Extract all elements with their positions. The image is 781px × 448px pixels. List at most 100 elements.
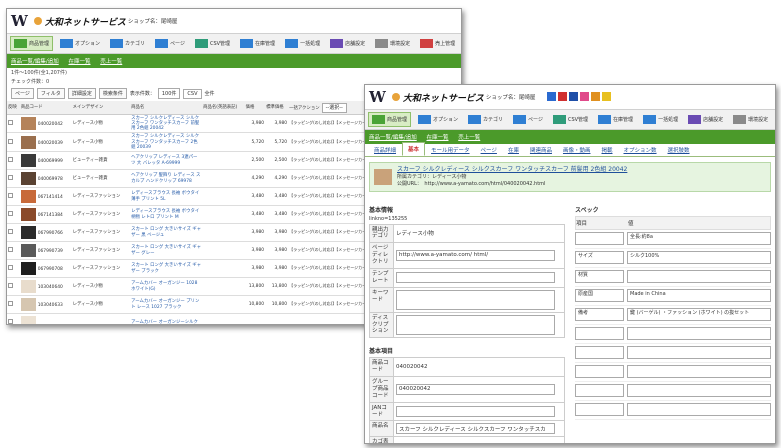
subnav-stock-list[interactable]: 在庫一覧 [68,59,90,65]
product-name[interactable]: ヘアクリップ 髪飾り レディース スカルプ ハンドクリップ 69978 [130,169,203,189]
toolbar-button-8[interactable]: 環境設定 [372,37,413,50]
column-header-7[interactable]: 一括アクション --選択-- [288,101,364,115]
tab-7[interactable]: 掲載 [596,144,617,156]
template-select[interactable] [396,272,556,284]
toolbar-button-2[interactable]: カテゴリ [465,113,506,126]
toolbar-button-7[interactable]: 店舗設定 [685,113,726,126]
row-checkbox[interactable] [8,283,13,289]
spec-value-input[interactable] [627,383,771,397]
toolbar-button-9[interactable]: 売上管理 [775,113,776,126]
field-input[interactable]: スカーフ シルクレディース シルクスカーフ ワンタッチスカ [396,423,556,435]
toolbar-button-7[interactable]: 店舗設定 [327,37,368,50]
spec-value-input[interactable]: 鍵 (バーゲル) ・ファッション (ホワイト) の抜セット [627,307,771,321]
subnav-sales-list-2[interactable]: 売上一覧 [458,135,480,141]
toolbar-button-6[interactable]: 一括処理 [640,113,681,126]
row-checkbox[interactable] [8,211,13,217]
spec-key-input[interactable] [575,345,624,359]
tab-8[interactable]: オプション数 [619,144,662,156]
row-checkbox[interactable] [8,265,13,271]
toolbar-button-5[interactable]: 在庫管理 [595,113,636,126]
toolbar-button-5[interactable]: 在庫管理 [237,37,278,50]
spec-value-input[interactable] [627,326,771,340]
toolbar-button-1[interactable]: オプション [415,113,461,126]
spec-key-input[interactable]: 材質 [575,269,624,283]
spec-key-input[interactable]: サイズ [575,250,624,264]
product-name[interactable]: レディースブラウス 長袖 ボウタイ 柄物 レトロ プリント M [130,205,203,225]
spec-value-input[interactable] [627,345,771,359]
spec-key-input[interactable] [575,326,624,340]
product-name[interactable]: アームカバー オーガンジーシルク [130,313,203,324]
spec-value-input[interactable]: Made in China [627,288,771,302]
mall-icon-4[interactable] [580,91,590,101]
column-header-6[interactable]: 標準価格 [265,101,289,115]
product-name[interactable]: レディースブラウス 長袖 ボウタイ 薄手 プリント 5L [130,187,203,207]
toolbar-button-3[interactable]: ページ [510,113,546,126]
product-name[interactable]: スカート ロング 大きいサイズ ギャザー 黒 ベージュ [130,223,203,243]
product-name[interactable]: アームカバー オーガンジー 1028 ホワイト(G) [130,277,203,297]
field-input[interactable] [396,406,556,418]
spec-key-input[interactable] [575,402,624,416]
row-checkbox[interactable] [8,157,13,163]
mall-icon-2[interactable] [558,91,568,101]
product-name[interactable]: アームカバー オーガンジー プリント レース 1027 ブラック [130,295,203,315]
toolbar-button-9[interactable]: 売上管理 [417,37,458,50]
public-url[interactable]: 公開URL： http://www.a-yamato.com/html/0400… [397,181,627,188]
column-header-2[interactable]: メインデザイン [71,101,131,115]
tab-1[interactable]: 基本 [402,142,426,156]
field-textarea[interactable] [396,315,556,336]
row-checkbox[interactable] [8,193,13,199]
column-header-4[interactable]: 商品名(英語表記) [202,101,245,115]
spec-key-input[interactable]: 原産国 [575,288,624,302]
mall-icon-5[interactable] [591,91,601,101]
tab-6[interactable]: 画像・動画 [558,144,596,156]
row-checkbox[interactable] [8,247,13,253]
page-button[interactable]: ページ [11,88,34,99]
spec-key-input[interactable] [575,231,624,245]
column-header-5[interactable]: 価格 [244,101,266,115]
toolbar-button-2[interactable]: カテゴリ [107,37,148,50]
toolbar-button-1[interactable]: オプション [57,37,103,50]
subnav-stock-list-2[interactable]: 在庫一覧 [426,135,448,141]
spec-value-input[interactable]: 全長:約8a [627,231,771,245]
mall-icon-1[interactable] [547,91,557,101]
csv-select[interactable]: CSV [183,88,202,99]
toolbar-button-3[interactable]: ページ [152,37,188,50]
detail-settings-button[interactable]: 詳細設定 [67,88,96,99]
search-conditions-button[interactable]: 検索条件 [98,88,127,99]
spec-key-input[interactable]: 備考 [575,307,624,321]
product-title-link[interactable]: スカーフ シルクレディース シルクスカーフ ワンタッチスカーフ 前髪用 2色組 … [397,166,627,174]
column-header-1[interactable]: 商品コード [19,101,72,115]
spec-key-input[interactable] [575,383,624,397]
display-count-select[interactable]: 100件 [157,88,181,99]
row-checkbox[interactable] [8,319,13,324]
toolbar-button-8[interactable]: 環境設定 [730,113,771,126]
product-name[interactable]: スカート ロング 大きいサイズ ギャザー ブラック [130,259,203,279]
subnav-sales-list[interactable]: 売上一覧 [100,59,122,65]
spec-value-input[interactable]: シルク100% [627,250,771,264]
mall-icon-6[interactable] [602,91,612,101]
spec-value-input[interactable] [627,269,771,283]
row-checkbox[interactable] [8,301,13,307]
spec-value-input[interactable] [627,364,771,378]
tab-3[interactable]: ページ [476,144,502,156]
tab-9[interactable]: 選択肢数 [663,144,695,156]
spec-key-input[interactable] [575,364,624,378]
product-name[interactable]: ヘアクリップ レディース 3連パーツ 大 バレッタ A-69999 [130,151,203,171]
toolbar-button-0[interactable]: 商品管理 [10,36,54,51]
field-input[interactable]: 040020042 [396,383,556,395]
field-input[interactable]: http://www.a-yamato.com/ html/ [396,250,556,262]
toolbar-button-6[interactable]: 一括処理 [282,37,323,50]
toolbar-button-4[interactable]: CSV管理 [192,37,233,50]
toolbar-button-4[interactable]: CSV管理 [550,113,591,126]
spec-value-input[interactable] [627,402,771,416]
field-textarea[interactable] [396,289,556,310]
row-checkbox[interactable] [8,119,13,125]
subnav-product-list[interactable]: 商品一覧/編集/追加 [11,59,59,65]
row-checkbox[interactable] [8,175,13,181]
mall-icon-3[interactable] [569,91,579,101]
toolbar-button-0[interactable]: 商品管理 [368,112,412,127]
tab-0[interactable]: 商品詳細 [369,144,401,156]
row-checkbox[interactable] [8,229,13,235]
tab-2[interactable]: モール用データ [426,144,475,156]
tab-5[interactable]: 関連商品 [525,144,557,156]
